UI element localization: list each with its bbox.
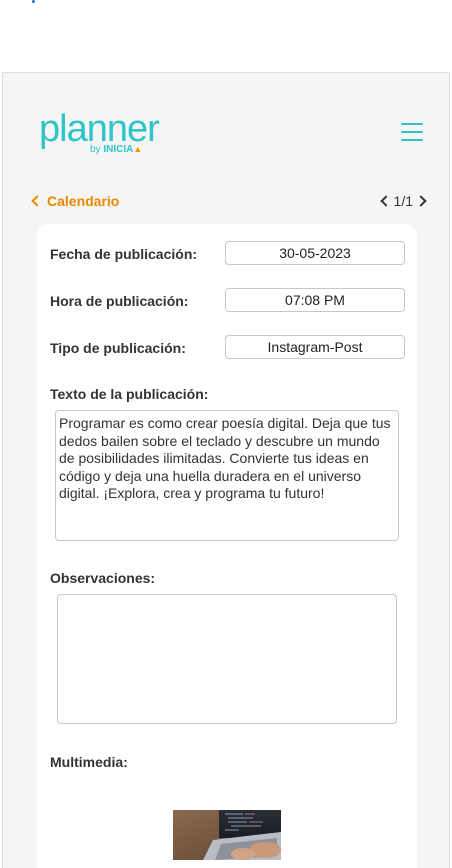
next-arrow-icon[interactable] <box>415 195 427 207</box>
pager-count: 1/1 <box>393 193 413 209</box>
publication-card: Fecha de publicación: 30-05-2023 Hora de… <box>37 224 417 868</box>
logo-by: by <box>90 144 104 155</box>
app-frame: planner by INICIA▲ Calendario 1/1 Fecha … <box>2 72 450 868</box>
planner-logo[interactable]: planner by INICIA▲ <box>39 108 160 155</box>
tipo-row: Tipo de publicación: Instagram-Post <box>50 335 405 361</box>
fecha-field[interactable]: 30-05-2023 <box>225 241 405 265</box>
logo-byline: by INICIA▲ <box>90 144 142 155</box>
back-to-calendar-link[interactable]: Calendario <box>30 193 119 209</box>
stray-dot <box>32 0 35 3</box>
logo-brand: INICIA <box>103 144 134 155</box>
fecha-row: Fecha de publicación: 30-05-2023 <box>50 241 405 267</box>
hamburger-menu-icon[interactable] <box>401 123 423 141</box>
tipo-label: Tipo de publicación: <box>50 340 186 356</box>
prev-arrow-icon[interactable] <box>379 195 392 207</box>
back-link-label: Calendario <box>47 193 120 209</box>
observaciones-label: Observaciones: <box>50 570 156 586</box>
hora-row: Hora de publicación: 07:08 PM <box>50 288 405 314</box>
hora-field[interactable]: 07:08 PM <box>225 288 405 312</box>
multimedia-thumbnail-image[interactable] <box>173 810 281 860</box>
logo-mark-icon: ▲ <box>133 144 143 154</box>
observaciones-textarea[interactable] <box>57 594 397 724</box>
fecha-label: Fecha de publicación: <box>50 246 198 262</box>
chevron-left-icon <box>31 195 43 207</box>
hora-label: Hora de publicación: <box>50 293 189 309</box>
header: planner by INICIA▲ <box>3 73 449 183</box>
pager: 1/1 <box>379 193 427 209</box>
multimedia-label: Multimedia: <box>50 754 128 770</box>
tipo-field[interactable]: Instagram-Post <box>225 335 405 359</box>
texto-textarea[interactable]: Programar es como crear poesía digital. … <box>55 410 399 541</box>
logo-wordmark: planner <box>39 108 160 150</box>
texto-label: Texto de la publicación: <box>50 386 209 402</box>
nav-bar: Calendario 1/1 <box>3 189 449 215</box>
